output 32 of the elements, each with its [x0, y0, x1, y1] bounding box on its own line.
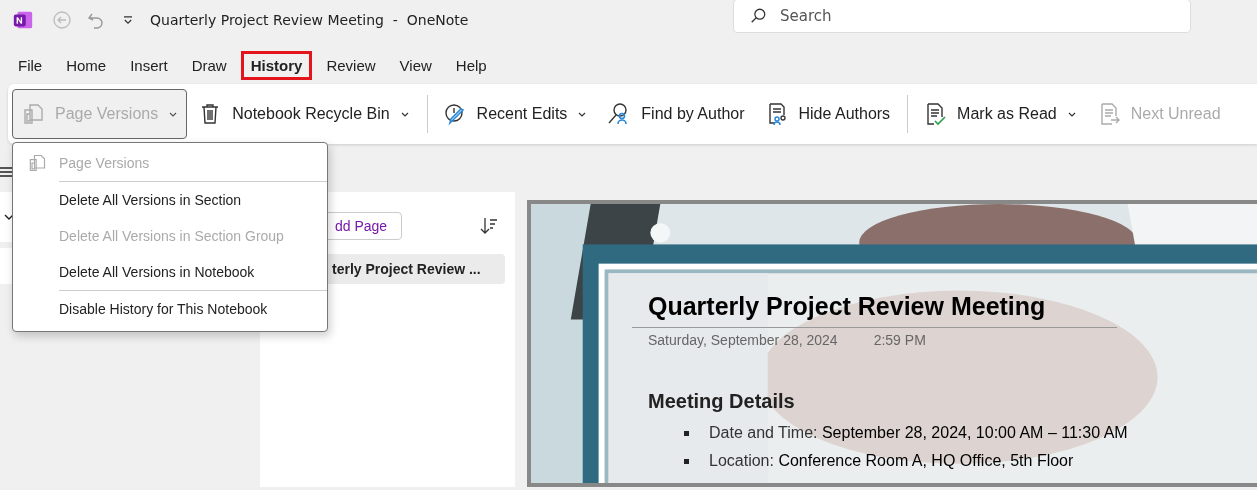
- search-icon: [749, 7, 767, 25]
- page-copies-icon: [21, 102, 45, 126]
- page-time: 2:59 PM: [873, 332, 926, 348]
- page-title: Quarterly Project Review Meeting: [648, 292, 1047, 321]
- ribbon-button[interactable]: Mark as Read: [914, 89, 1086, 139]
- ribbon-button[interactable]: Recent Edits: [433, 89, 597, 139]
- ribbon-tab[interactable]: Help: [445, 50, 497, 80]
- ribbon-tab[interactable]: History: [240, 50, 313, 80]
- clock-pencil-icon: [442, 102, 467, 126]
- bullet-icon: [684, 430, 689, 436]
- ribbon-tab[interactable]: Draw: [181, 50, 237, 80]
- ribbon-tab[interactable]: Review: [316, 50, 386, 80]
- detail-text: Date and Time: September 28, 2024, 10:00 AM – 11:30 AM: [709, 424, 1128, 442]
- bullet-icon: [684, 458, 689, 464]
- app-logo-icon: [12, 9, 34, 31]
- ribbon-tab[interactable]: Home: [56, 50, 117, 80]
- menu-item[interactable]: Disable History for This Notebook: [13, 291, 327, 327]
- ribbon-tab[interactable]: File: [8, 50, 53, 80]
- search-field[interactable]: Search: [733, 0, 1191, 33]
- ribbon-tab[interactable]: View: [389, 50, 442, 80]
- menu-header: Page Versions: [13, 145, 327, 181]
- page-date: Saturday, September 28, 2024: [648, 332, 838, 348]
- ribbon-button[interactable]: Find by Author: [598, 89, 754, 139]
- window-title: Quarterly Project Review Meeting - OneNote: [150, 12, 469, 28]
- ribbon-button[interactable]: Notebook Recycle Bin: [189, 89, 419, 139]
- section-heading: Meeting Details: [648, 390, 796, 413]
- sort-icon[interactable]: [479, 216, 499, 236]
- ribbon-button[interactable]: Hide Authors: [755, 89, 900, 139]
- page-copies-icon: [27, 153, 47, 173]
- menu-icon[interactable]: [0, 166, 12, 178]
- detail-text: Location: Conference Room A, HQ Office, 5th Floor: [709, 452, 1074, 470]
- ribbon-tab[interactable]: Insert: [120, 50, 178, 80]
